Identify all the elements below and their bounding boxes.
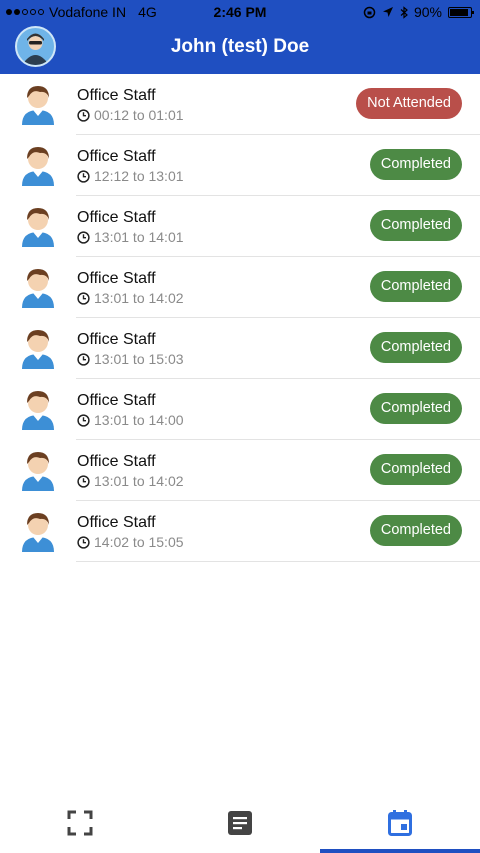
- person-avatar-icon: [22, 330, 54, 369]
- list-item[interactable]: Office Staff 12:12 to 13:01 Completed: [0, 135, 480, 196]
- tab-documents[interactable]: [160, 793, 320, 853]
- entry-time-range: 00:12 to 01:01: [77, 107, 184, 123]
- person-avatar-icon: [22, 208, 54, 247]
- clock-icon: [77, 230, 90, 244]
- entry-time-range: 13:01 to 15:03: [77, 351, 184, 367]
- entry-time: 13:01 to 15:03: [94, 351, 184, 367]
- entry-time: 13:01 to 14:01: [94, 229, 184, 245]
- clock-icon: [77, 474, 90, 488]
- status-bar: Vodafone IN 4G 2:46 PM 90%: [0, 0, 480, 24]
- battery-icon: [448, 6, 474, 18]
- status-badge: Not Attended: [356, 88, 462, 119]
- entry-time: 14:02 to 15:05: [94, 534, 184, 550]
- status-right: 90%: [363, 4, 474, 20]
- status-badge: Completed: [369, 271, 462, 302]
- status-badge: Completed: [369, 210, 462, 241]
- entry-time: 13:01 to 14:02: [94, 473, 184, 489]
- entry-name: Office Staff: [77, 453, 156, 470]
- person-avatar-icon: [22, 513, 54, 552]
- entry-name: Office Staff: [77, 209, 156, 226]
- clock-icon: [77, 108, 90, 122]
- entry-time: 13:01 to 14:00: [94, 412, 184, 428]
- entry-name: Office Staff: [77, 514, 156, 531]
- document-icon: [228, 811, 252, 835]
- entry-name: Office Staff: [77, 270, 156, 287]
- entry-time-range: 14:02 to 15:05: [77, 534, 184, 550]
- attendance-list: Office Staff 00:12 to 01:01 Not Attended…: [0, 74, 480, 562]
- list-item[interactable]: Office Staff 13:01 to 14:02 Completed: [0, 440, 480, 501]
- person-avatar-icon: [22, 391, 54, 430]
- status-badge: Completed: [369, 149, 462, 180]
- person-avatar-icon: [22, 86, 54, 125]
- orientation-lock-icon: [363, 6, 376, 18]
- person-avatar-icon: [22, 147, 54, 186]
- entry-name: Office Staff: [77, 392, 156, 409]
- status-badge: Completed: [369, 454, 462, 485]
- list-item[interactable]: Office Staff 00:12 to 01:01 Not Attended: [0, 74, 480, 135]
- entry-name: Office Staff: [77, 87, 156, 104]
- entry-name: Office Staff: [77, 331, 156, 348]
- battery-percent: 90%: [413, 4, 442, 20]
- bottom-tab-bar: [0, 793, 480, 853]
- clock-icon: [77, 169, 90, 183]
- entry-time-range: 13:01 to 14:02: [77, 290, 184, 306]
- clock-icon: [77, 352, 90, 366]
- entry-time-range: 13:01 to 14:00: [77, 412, 184, 428]
- clock-icon: [77, 535, 90, 549]
- tab-scan[interactable]: [0, 793, 160, 853]
- status-badge: Completed: [369, 515, 462, 546]
- person-avatar-icon: [22, 269, 54, 308]
- entry-time: 12:12 to 13:01: [94, 168, 184, 184]
- clock-icon: [77, 291, 90, 305]
- list-item[interactable]: Office Staff 13:01 to 14:00 Completed: [0, 379, 480, 440]
- list-item[interactable]: Office Staff 13:01 to 14:01 Completed: [0, 196, 480, 257]
- entry-time: 00:12 to 01:01: [94, 107, 184, 123]
- app-header: John (test) Doe: [0, 24, 480, 74]
- person-avatar-icon: [22, 452, 54, 491]
- list-item[interactable]: Office Staff 13:01 to 15:03 Completed: [0, 318, 480, 379]
- status-badge: Completed: [369, 393, 462, 424]
- entry-time-range: 13:01 to 14:02: [77, 473, 184, 489]
- list-item[interactable]: Office Staff 13:01 to 14:02 Completed: [0, 257, 480, 318]
- entry-time-range: 13:01 to 14:01: [77, 229, 184, 245]
- tab-calendar[interactable]: [320, 793, 480, 853]
- clock-icon: [77, 413, 90, 427]
- bluetooth-icon: [400, 5, 408, 19]
- status-badge: Completed: [369, 332, 462, 363]
- calendar-icon: [388, 810, 412, 836]
- scan-icon: [67, 810, 93, 836]
- entry-time: 13:01 to 14:02: [94, 290, 184, 306]
- location-arrow-icon: [382, 7, 393, 17]
- page-title: John (test) Doe: [170, 36, 310, 57]
- list-item[interactable]: Office Staff 14:02 to 15:05 Completed: [0, 501, 480, 562]
- entry-name: Office Staff: [77, 148, 156, 165]
- entry-time-range: 12:12 to 13:01: [77, 168, 184, 184]
- active-tab-indicator: [320, 849, 480, 853]
- row-divider: [76, 561, 480, 562]
